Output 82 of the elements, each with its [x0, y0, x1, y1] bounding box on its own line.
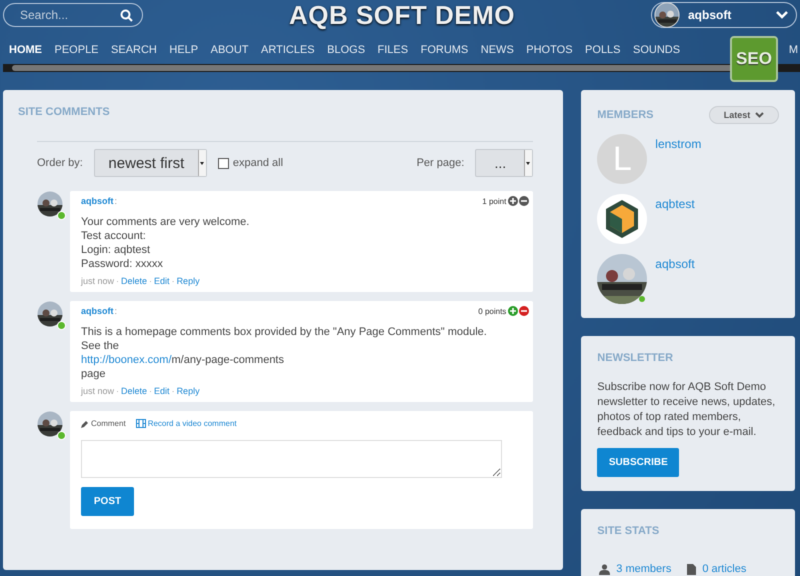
- panel-title: SITE STATS: [597, 525, 660, 537]
- comment-action-link[interactable]: Edit: [154, 386, 170, 396]
- separator-dot: ·: [116, 276, 120, 286]
- points-count: 0 points: [478, 306, 506, 316]
- comment-text: Login: aqbtest: [81, 244, 150, 256]
- nav-link[interactable]: M: [788, 44, 798, 56]
- comment-text: Password: xxxxx: [81, 258, 163, 270]
- per-page-label: Per page:: [416, 157, 464, 169]
- member-link[interactable]: lenstrom: [655, 137, 702, 151]
- comment-action-link[interactable]: Edit: [154, 276, 170, 286]
- vote-up-icon[interactable]: [508, 306, 518, 316]
- subscribe-button[interactable]: SUBSCRIBE: [597, 448, 680, 477]
- search-field[interactable]: Search...: [3, 3, 143, 27]
- stat-link[interactable]: 3 members: [616, 563, 672, 575]
- chevron-down-icon: [755, 112, 764, 118]
- comment-text: http://boonex.com/m/any-page-comments: [81, 354, 284, 366]
- post-button[interactable]: POST: [81, 487, 134, 516]
- comment-text: page: [81, 368, 106, 380]
- pencil-icon: [81, 420, 89, 428]
- nav-link[interactable]: ABOUT: [210, 44, 249, 56]
- comment-action-link[interactable]: Delete: [121, 276, 148, 286]
- nav-link[interactable]: SOUNDS: [633, 44, 680, 56]
- vote-up-icon[interactable]: [508, 196, 518, 206]
- online-dot: [639, 296, 646, 302]
- points-count: 1 point: [482, 196, 506, 206]
- order-label: Order by:: [37, 157, 83, 169]
- film-icon: [136, 419, 146, 428]
- nav-link[interactable]: PEOPLE: [54, 44, 99, 56]
- url-link[interactable]: http://boonex.com/: [81, 354, 172, 366]
- stat-link[interactable]: 0 articles: [702, 563, 746, 575]
- separator-dot: ·: [149, 386, 152, 396]
- comment-text: This is a homepage comments box provided by the "Any Page Comments" module.: [81, 326, 487, 338]
- expand-label: expand all: [232, 157, 284, 169]
- separator-dot: ·: [172, 276, 175, 286]
- comment-action-link[interactable]: Reply: [176, 386, 200, 396]
- separator-dot: ·: [172, 386, 175, 396]
- author-link[interactable]: aqbsoft: [81, 196, 114, 206]
- comment-type-tab[interactable]: Comment: [81, 419, 126, 428]
- comment-text: See the: [81, 340, 119, 352]
- search-icon[interactable]: [120, 9, 133, 22]
- vote-down-icon[interactable]: [519, 196, 530, 206]
- colon: :: [114, 306, 118, 316]
- nav-link[interactable]: POLLS: [585, 44, 621, 56]
- comment-action-link[interactable]: Reply: [176, 276, 200, 286]
- comment-time: just now: [81, 276, 114, 286]
- nav-link[interactable]: NEWS: [480, 44, 514, 56]
- separator-dot: ·: [116, 386, 120, 396]
- user-icon: [599, 564, 610, 574]
- author-link[interactable]: aqbsoft: [81, 306, 114, 316]
- comment-type-tab[interactable]: Record a video comment: [136, 419, 237, 428]
- cube-logo-icon: [597, 194, 648, 244]
- order-select[interactable]: newest first: [94, 149, 207, 177]
- nav-link[interactable]: FORUMS: [420, 44, 468, 56]
- nav-link[interactable]: FILES: [378, 44, 408, 56]
- per-page-select[interactable]: ...: [475, 149, 534, 177]
- vote-down-icon[interactable]: [519, 306, 530, 316]
- nav-link[interactable]: HOME: [9, 44, 42, 56]
- member-link[interactable]: aqbsoft: [655, 257, 695, 271]
- user-menu[interactable]: aqbsoft: [651, 2, 797, 28]
- document-icon: [687, 564, 696, 574]
- comment-action-link[interactable]: Delete: [121, 386, 148, 396]
- separator-dot: ·: [149, 276, 152, 286]
- member-link[interactable]: aqbtest: [655, 197, 695, 211]
- site-title: AQB SOFT DEMO: [288, 0, 516, 30]
- panel-title: SITE COMMENTS: [18, 106, 111, 118]
- sort-dropdown[interactable]: Latest: [709, 106, 779, 124]
- nav-link[interactable]: HELP: [169, 44, 198, 56]
- newsletter-text: Subscribe now for AQB Soft Demo newsletter to receive news, updates, photos of top rated members, feedback and tips to your e-mail.: [597, 380, 776, 440]
- colon: :: [114, 196, 118, 206]
- comment-input[interactable]: [81, 440, 502, 478]
- nav-link[interactable]: ARTICLES: [261, 44, 315, 56]
- seo-badge: SEO: [730, 36, 778, 82]
- comment-text: Test account:: [81, 230, 146, 242]
- panel-title: NEWSLETTER: [597, 352, 674, 364]
- nav-link[interactable]: PHOTOS: [526, 44, 573, 56]
- chevron-down-icon: [776, 11, 788, 19]
- nav-link[interactable]: SEARCH: [111, 44, 157, 56]
- panel-title: MEMBERS: [597, 109, 654, 121]
- expand-checkbox[interactable]: [218, 158, 229, 168]
- nav-link[interactable]: BLOGS: [327, 44, 366, 56]
- comment-text: Your comments are very welcome.: [81, 216, 250, 228]
- comment-time: just now: [81, 386, 114, 396]
